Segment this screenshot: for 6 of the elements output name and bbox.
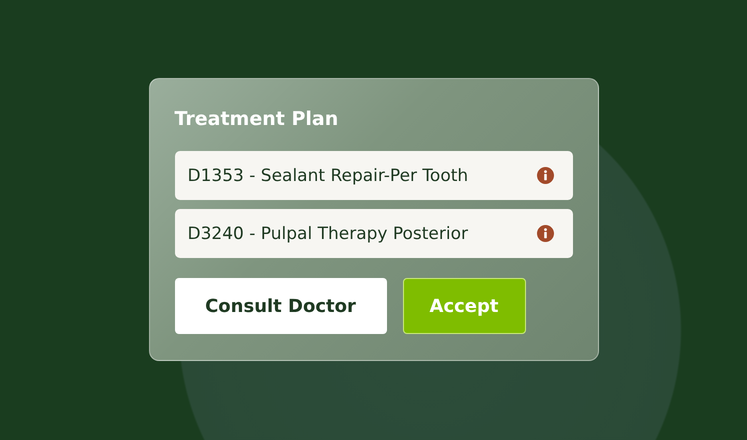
procedure-label: D3240 - Pulpal Therapy Posterior xyxy=(188,224,468,244)
info-icon[interactable] xyxy=(536,225,554,242)
card-title: Treatment Plan xyxy=(174,107,340,132)
procedure-label: D1353 - Sealant Repair-Per Tooth xyxy=(188,166,468,186)
info-icon[interactable] xyxy=(536,167,554,184)
consult-button[interactable]: Consult Doctor xyxy=(174,278,386,334)
